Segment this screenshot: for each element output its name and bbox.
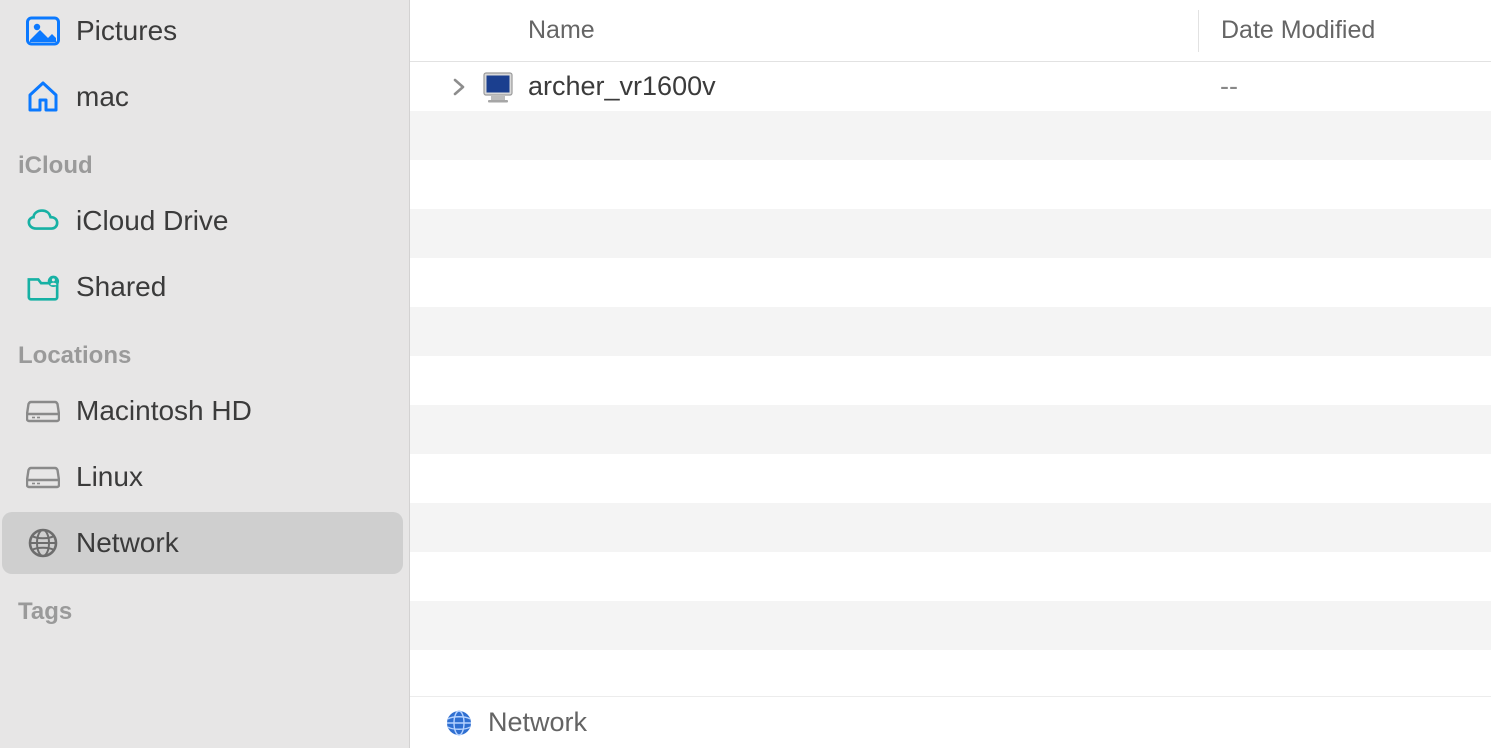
sidebar-item-label: iCloud Drive (76, 205, 229, 237)
globe-icon (26, 526, 60, 560)
sidebar-item-linux[interactable]: Linux (2, 446, 403, 508)
path-bar-label[interactable]: Network (488, 707, 587, 738)
column-header-name[interactable]: Name (410, 16, 1198, 45)
sidebar-item-label: Pictures (76, 15, 177, 47)
empty-row (410, 405, 1491, 454)
empty-row (410, 307, 1491, 356)
sidebar-item-home[interactable]: mac (2, 66, 403, 128)
sidebar-item-label: mac (76, 81, 129, 113)
empty-row (410, 552, 1491, 601)
sidebar-item-label: Network (76, 527, 179, 559)
sidebar-item-label: Linux (76, 461, 143, 493)
file-name: archer_vr1600v (528, 71, 716, 102)
hdd-icon (26, 394, 60, 428)
sidebar-item-network[interactable]: Network (2, 512, 403, 574)
sidebar-item-label: Shared (76, 271, 166, 303)
hdd-icon (26, 460, 60, 494)
shared-folder-icon (26, 270, 60, 304)
empty-row (410, 209, 1491, 258)
chevron-right-icon[interactable] (450, 78, 468, 96)
file-date-modified: -- (1198, 71, 1491, 102)
column-header-date-modified[interactable]: Date Modified (1198, 10, 1491, 52)
network-globe-icon (444, 708, 474, 738)
home-icon (26, 80, 60, 114)
sidebar-section-icloud: iCloud (0, 132, 409, 190)
empty-row (410, 258, 1491, 307)
empty-row (410, 601, 1491, 650)
empty-row (410, 111, 1491, 160)
main-content: Name Date Modified archer_vr1600v (410, 0, 1491, 748)
column-headers: Name Date Modified (410, 0, 1491, 62)
path-bar: Network (410, 696, 1491, 748)
empty-row (410, 650, 1491, 696)
cloud-icon (26, 204, 60, 238)
empty-row (410, 503, 1491, 552)
pictures-icon (26, 14, 60, 48)
sidebar: Pictures mac iCloud iCloud Drive Sh (0, 0, 410, 748)
sidebar-section-tags: Tags (0, 578, 409, 636)
empty-row (410, 160, 1491, 209)
empty-row (410, 454, 1491, 503)
sidebar-section-locations: Locations (0, 322, 409, 380)
network-computer-icon (480, 69, 516, 105)
sidebar-item-shared[interactable]: Shared (2, 256, 403, 318)
sidebar-item-icloud-drive[interactable]: iCloud Drive (2, 190, 403, 252)
sidebar-item-macintosh-hd[interactable]: Macintosh HD (2, 380, 403, 442)
sidebar-item-pictures[interactable]: Pictures (2, 0, 403, 62)
empty-row (410, 356, 1491, 405)
sidebar-item-label: Macintosh HD (76, 395, 252, 427)
file-list[interactable]: archer_vr1600v -- (410, 62, 1491, 696)
list-item[interactable]: archer_vr1600v -- (410, 62, 1491, 111)
